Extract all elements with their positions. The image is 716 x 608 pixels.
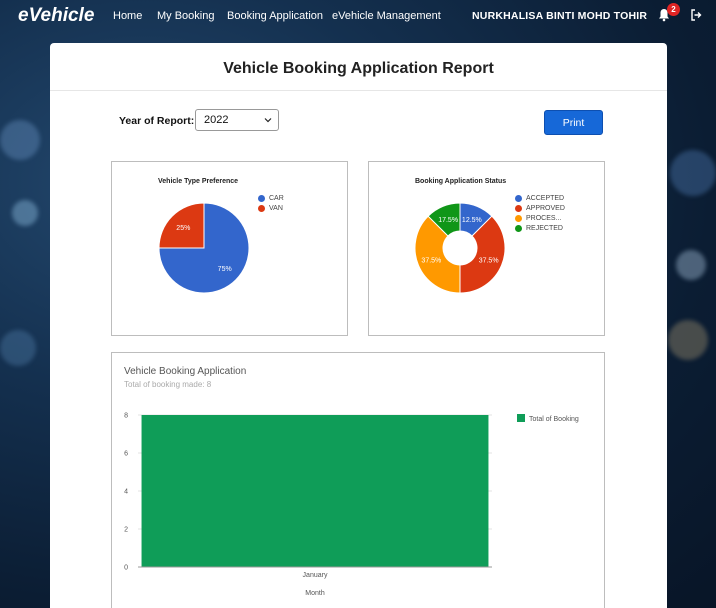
booking-status-donut-chart: 12.5% 37.5% 37.5% 17.5% (414, 202, 506, 294)
slice-label-proces: 37.5% (421, 257, 441, 264)
booking-status-panel: Booking Application Status 12.5% 37.5% 37.… (368, 161, 605, 336)
legend-swatch-total-of-booking (517, 414, 525, 422)
legend-dot-van (258, 205, 265, 212)
nav-evehicle-management[interactable]: eVehicle Management (332, 10, 441, 22)
x-axis-label: Month (305, 590, 325, 597)
vehicle-type-pie-chart: 75% 25% (158, 202, 250, 294)
legend-label-rejected: REJECTED (526, 225, 563, 232)
y-tick-label: 6 (124, 451, 128, 458)
legend-label-total-of-booking: Total of Booking (529, 416, 579, 423)
y-tick-label: 8 (124, 413, 128, 420)
report-card: Vehicle Booking Application Report Year … (50, 43, 667, 608)
year-label: Year of Report: (119, 115, 195, 127)
slice-label-van: 25% (176, 225, 190, 232)
nav-my-booking[interactable]: My Booking (157, 10, 214, 22)
bar-january (141, 415, 489, 567)
nav-home[interactable]: Home (113, 10, 142, 22)
slice-label-car: 75% (218, 266, 232, 273)
title-divider (50, 90, 667, 91)
brand-logo[interactable]: eVehicle (18, 5, 94, 27)
year-select[interactable]: 2022 (195, 109, 279, 131)
legend-label-accepted: ACCEPTED (526, 195, 565, 202)
vehicle-type-panel: Vehicle Type Preference 75% 25% CAR VAN (111, 161, 348, 336)
top-navbar: eVehicle Home My Booking Booking Applica… (0, 0, 716, 32)
page-title: Vehicle Booking Application Report (223, 60, 494, 77)
logout-icon[interactable] (690, 9, 702, 21)
x-tick-label: January (303, 572, 328, 579)
legend-dot-approved (515, 205, 522, 212)
legend-item-rejected: REJECTED (515, 225, 563, 232)
user-name[interactable]: NURKHALISA BINTI MOHD TOHIR (472, 10, 647, 22)
legend-item-car: CAR (258, 195, 284, 202)
slice-label-accepted: 12.5% (462, 217, 482, 224)
nav-booking-application[interactable]: Booking Application (227, 10, 323, 22)
legend-dot-rejected (515, 225, 522, 232)
legend-label-van: VAN (269, 205, 283, 212)
slice-label-rejected: 17.5% (438, 217, 458, 224)
year-select-value: 2022 (204, 114, 229, 126)
legend-label-car: CAR (269, 195, 284, 202)
booking-bar-panel: Vehicle Booking Application Total of boo… (111, 352, 605, 608)
legend-item-approved: APPROVED (515, 205, 565, 212)
print-button[interactable]: Print (544, 110, 603, 135)
chevron-down-icon (264, 118, 272, 123)
notification-badge: 2 (667, 3, 680, 16)
legend-item-accepted: ACCEPTED (515, 195, 564, 202)
legend-dot-accepted (515, 195, 522, 202)
y-tick-label: 2 (124, 527, 128, 534)
legend-dot-car (258, 195, 265, 202)
slice-label-approved: 37.5% (479, 257, 499, 264)
y-tick-label: 4 (124, 489, 128, 496)
legend-item-van: VAN (258, 205, 283, 212)
y-tick-label: 0 (124, 565, 128, 572)
legend-dot-processing (515, 215, 522, 222)
legend-item-processing: PROCES... (515, 215, 561, 222)
booking-bar-chart: 0 2 4 6 8 January Month Total of Booking (124, 413, 579, 598)
legend-label-processing: PROCES... (526, 215, 562, 222)
legend-label-approved: APPROVED (526, 205, 565, 212)
